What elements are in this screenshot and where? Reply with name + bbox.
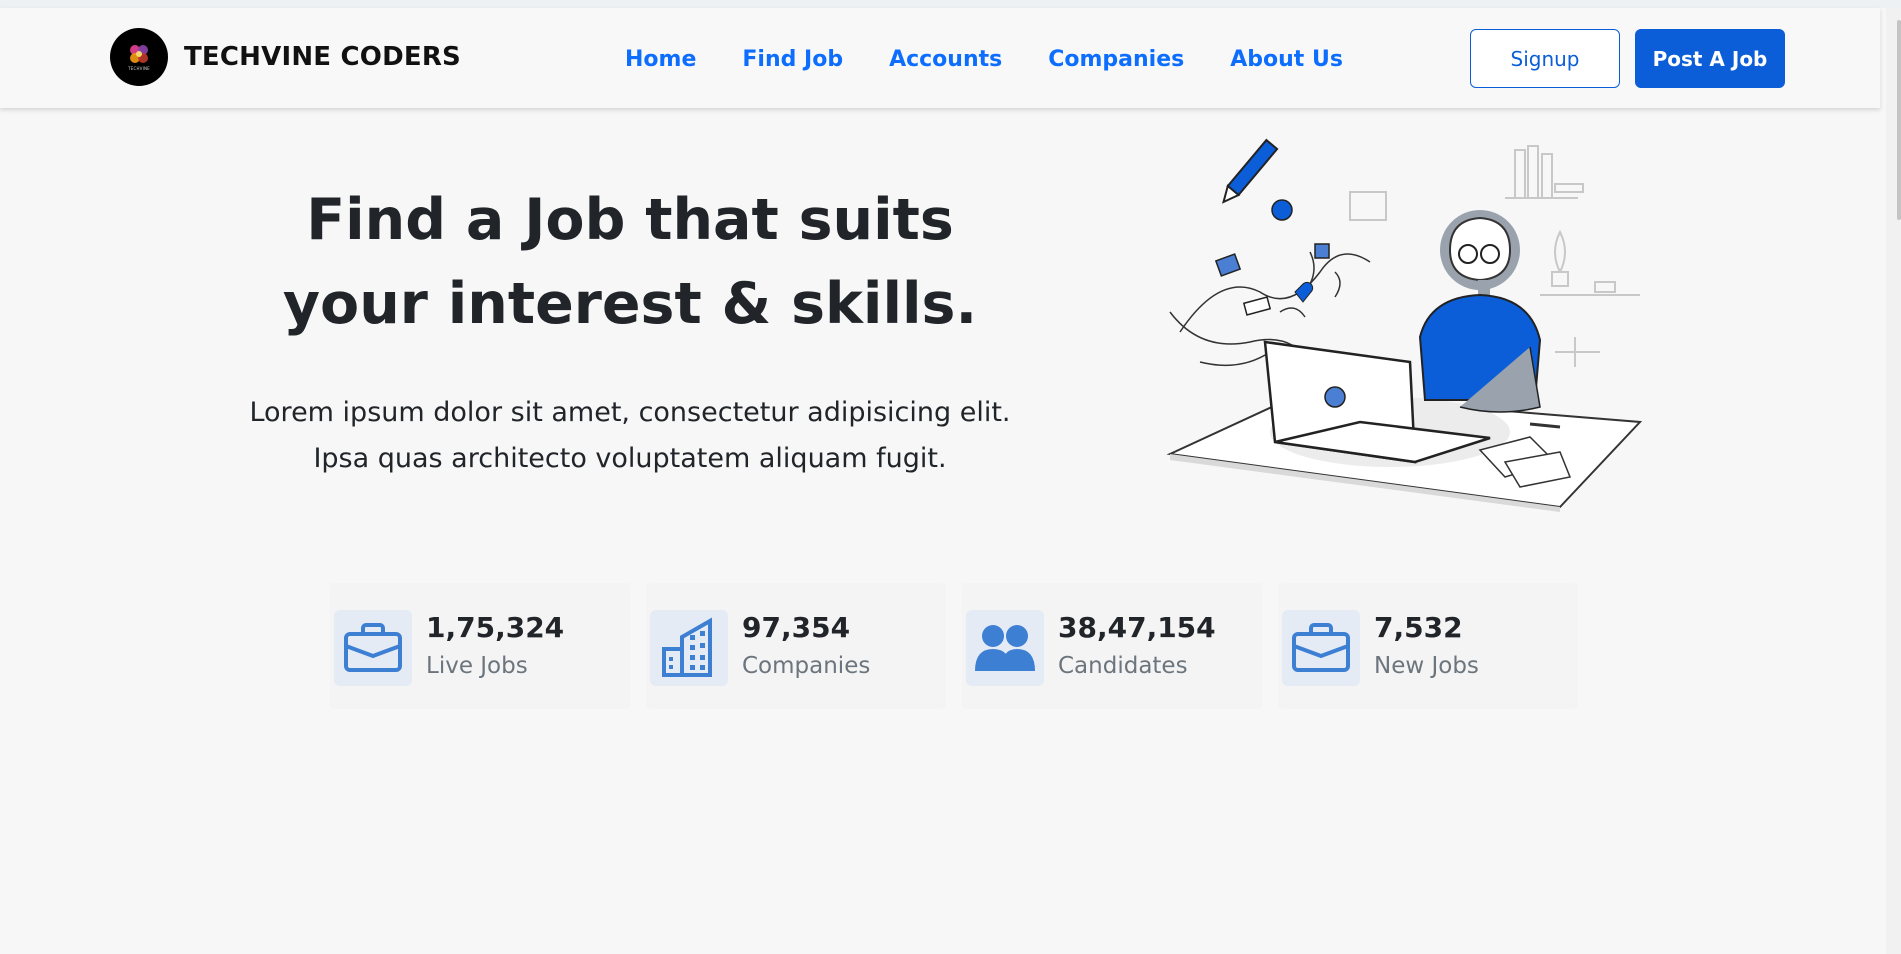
hero-description-line-1: Lorem ipsum dolor sit amet, consectetur … — [249, 397, 1011, 428]
nav-link-accounts[interactable]: Accounts — [889, 47, 1002, 72]
hero-description: Lorem ipsum dolor sit amet, consectetur … — [210, 390, 1050, 482]
stat-label: Companies — [742, 653, 871, 679]
briefcase-icon — [344, 623, 402, 672]
hero-title-line-1: Find a Job that suits — [306, 187, 954, 253]
stat-card-companies: 97,354 Companies — [646, 583, 946, 709]
nav-links: Home Find Job Accounts Companies About U… — [625, 47, 1389, 72]
nav-link-companies[interactable]: Companies — [1048, 47, 1184, 72]
hero-description-line-2: Ipsa quas architecto voluptatem aliquam … — [313, 443, 947, 474]
logo-text: TECHVINE — [128, 66, 150, 71]
stats-row: 1,75,324 Live Jobs 97,354 Companies 38,4… — [330, 583, 1594, 709]
stat-value: 97,354 — [742, 611, 851, 644]
nav-link-find-job[interactable]: Find Job — [742, 47, 843, 72]
stat-value: 38,47,154 — [1058, 611, 1216, 644]
briefcase-icon — [1292, 623, 1350, 672]
hero-title-line-2: your interest & skills. — [282, 271, 978, 337]
nav-link-home[interactable]: Home — [625, 47, 696, 72]
nav-link-about-us[interactable]: About Us — [1230, 47, 1343, 72]
stat-label: New Jobs — [1374, 653, 1479, 679]
hero-title: Find a Job that suits your interest & sk… — [240, 178, 1020, 346]
stat-card-candidates: 38,47,154 Candidates — [962, 583, 1262, 709]
signup-button[interactable]: Signup — [1470, 29, 1620, 88]
top-edge — [0, 0, 1901, 8]
navbar: TECHVINE TECHVINE CODERS Home Find Job A… — [0, 8, 1880, 108]
stat-card-new-jobs: 7,532 New Jobs — [1278, 583, 1578, 709]
logo[interactable]: TECHVINE — [110, 28, 168, 86]
person-at-laptop-illustration — [1166, 138, 1643, 512]
logo-flower-icon — [130, 45, 148, 63]
briefcase-icon — [334, 610, 412, 686]
briefcase-icon — [1282, 610, 1360, 686]
scrollbar-thumb[interactable] — [1897, 20, 1901, 220]
brand-name[interactable]: TECHVINE CODERS — [184, 42, 461, 72]
stat-label: Live Jobs — [426, 653, 528, 679]
users-icon — [975, 625, 1035, 671]
hero-illustration — [1160, 132, 1670, 516]
building-icon — [662, 617, 712, 677]
users-icon — [966, 610, 1044, 686]
stat-card-live-jobs: 1,75,324 Live Jobs — [330, 583, 630, 709]
brand[interactable]: TECHVINE TECHVINE CODERS — [110, 28, 461, 86]
post-job-button[interactable]: Post A Job — [1635, 29, 1785, 88]
stat-value: 1,75,324 — [426, 611, 565, 644]
stat-label: Candidates — [1058, 653, 1188, 679]
stat-value: 7,532 — [1374, 611, 1463, 644]
building-icon — [650, 610, 728, 686]
